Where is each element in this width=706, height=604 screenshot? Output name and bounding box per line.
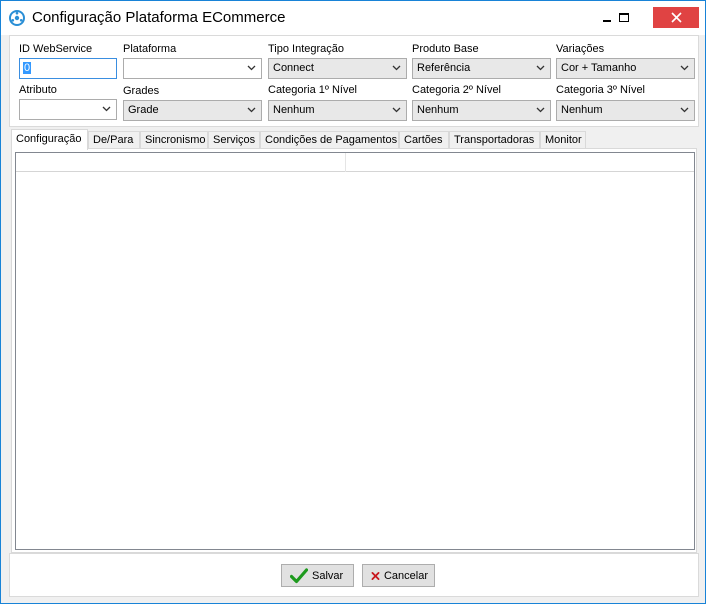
grades-label: Grades <box>123 85 160 97</box>
plataforma-select[interactable] <box>123 58 262 79</box>
produto-base-select[interactable]: Referência <box>412 58 551 79</box>
cancel-label: Cancelar <box>383 569 428 582</box>
minimize-icon <box>603 19 611 22</box>
save-button[interactable]: Salvar <box>281 564 354 587</box>
grades-select[interactable]: Grade <box>123 100 262 121</box>
footer-bar: Salvar Cancelar <box>9 553 699 597</box>
plataforma-label: Plataforma <box>123 43 177 55</box>
id-webservice-value: 0 <box>23 62 32 74</box>
config-grid[interactable] <box>15 152 695 550</box>
tab-servicos[interactable]: Serviços <box>208 131 260 149</box>
categoria1-select[interactable]: Nenhum <box>268 100 407 121</box>
chevron-down-icon <box>536 107 545 113</box>
chevron-down-icon <box>247 65 256 71</box>
settings-panel: ID WebService 0 Plataforma Tipo Integraç… <box>9 35 699 127</box>
x-mark-icon <box>371 571 380 580</box>
maximize-icon <box>619 13 629 22</box>
categoria1-label: Categoria 1º Nível <box>268 84 358 96</box>
tab-strip: Configuração De/Para Sincronismo Serviço… <box>11 129 699 150</box>
main-window: Configuração Plataforma ECommerce ID Web… <box>0 0 706 604</box>
variacoes-select[interactable]: Cor + Tamanho <box>556 58 695 79</box>
tipo-integracao-select[interactable]: Connect <box>268 58 407 79</box>
produto-base-value: Referência <box>417 62 471 74</box>
save-label: Salvar <box>312 569 344 582</box>
grid-column-header[interactable] <box>16 153 346 172</box>
cancel-button[interactable]: Cancelar <box>362 564 435 587</box>
tab-de-para[interactable]: De/Para <box>88 131 140 149</box>
tipo-integracao-value: Connect <box>273 62 314 74</box>
tab-configuracao[interactable]: Configuração <box>11 129 88 150</box>
grid-column-header[interactable] <box>346 153 694 172</box>
id-webservice-label: ID WebService <box>19 43 93 55</box>
categoria3-label: Categoria 3º Nível <box>556 84 646 96</box>
tab-transportadoras[interactable]: Transportadoras <box>449 131 540 149</box>
app-icon <box>9 10 25 26</box>
variacoes-value: Cor + Tamanho <box>561 62 637 74</box>
chevron-down-icon <box>102 106 111 112</box>
tipo-integracao-label: Tipo Integração <box>268 43 345 55</box>
tab-condicoes-pagamentos[interactable]: Condições de Pagamentos <box>260 131 399 149</box>
categoria3-select[interactable]: Nenhum <box>556 100 695 121</box>
id-webservice-input[interactable]: 0 <box>19 58 117 79</box>
close-icon <box>670 12 682 23</box>
title-bar[interactable]: Configuração Plataforma ECommerce <box>1 1 705 35</box>
categoria2-value: Nenhum <box>417 104 459 116</box>
chevron-down-icon <box>247 107 256 113</box>
client-area: ID WebService 0 Plataforma Tipo Integraç… <box>9 35 699 597</box>
atributo-label: Atributo <box>19 84 57 96</box>
variacoes-label: Variações <box>556 43 605 55</box>
chevron-down-icon <box>392 107 401 113</box>
tab-panel-configuracao <box>11 148 697 553</box>
categoria2-select[interactable]: Nenhum <box>412 100 551 121</box>
grid-header <box>16 153 694 172</box>
categoria1-value: Nenhum <box>273 104 315 116</box>
chevron-down-icon <box>392 65 401 71</box>
maximize-button[interactable] <box>612 7 636 28</box>
atributo-select[interactable] <box>19 99 117 120</box>
chevron-down-icon <box>680 107 689 113</box>
checkmark-icon <box>290 567 308 583</box>
window-title: Configuração Plataforma ECommerce <box>32 9 286 26</box>
produto-base-label: Produto Base <box>412 43 479 55</box>
chevron-down-icon <box>536 65 545 71</box>
tab-monitor[interactable]: Monitor <box>540 131 586 149</box>
chevron-down-icon <box>680 65 689 71</box>
close-button[interactable] <box>653 7 699 28</box>
grades-value: Grade <box>128 104 159 116</box>
categoria2-label: Categoria 2º Nível <box>412 84 502 96</box>
categoria3-value: Nenhum <box>561 104 603 116</box>
tab-sincronismo[interactable]: Sincronismo <box>140 131 208 149</box>
tab-cartoes[interactable]: Cartões <box>399 131 449 149</box>
